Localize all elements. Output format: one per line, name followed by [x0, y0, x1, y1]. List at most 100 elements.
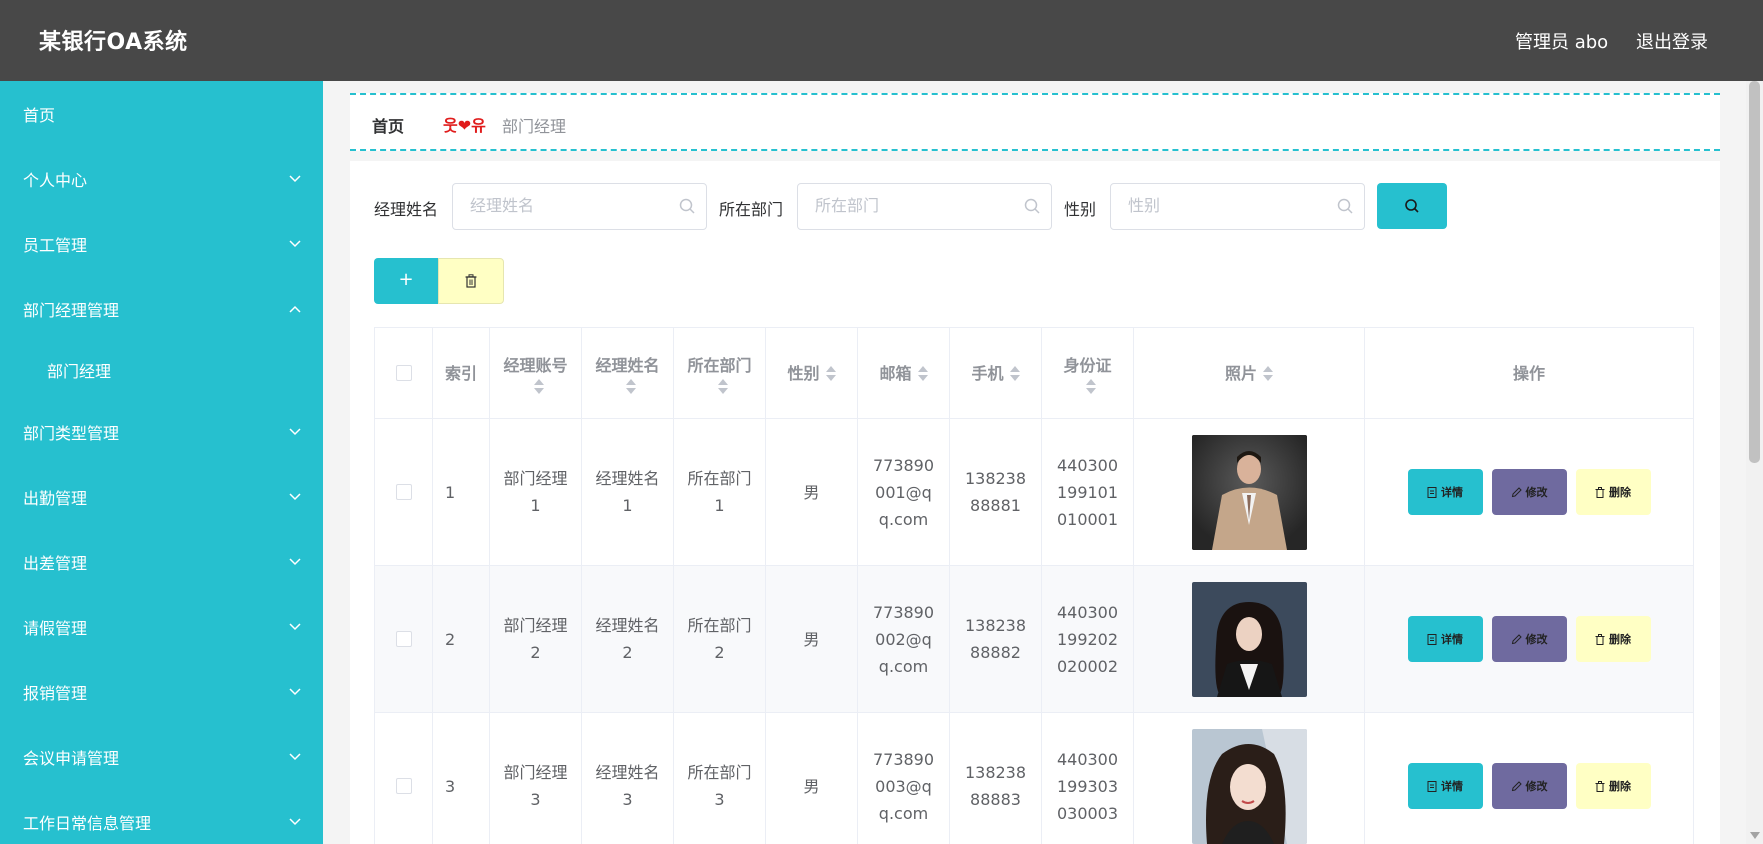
cell-account: 部门经理2 — [490, 566, 582, 712]
cell-dept: 所在部门1 — [674, 419, 766, 565]
search-icon — [1024, 198, 1040, 214]
document-icon — [1427, 780, 1437, 792]
manager-photo[interactable] — [1191, 434, 1307, 550]
header-name[interactable]: 经理姓名 — [582, 328, 674, 418]
cell-name: 经理姓名2 — [582, 566, 674, 712]
sidebar-item-label: 部门经理管理 — [23, 300, 120, 320]
cell-phone: 13823888881 — [950, 419, 1042, 565]
sort-icon[interactable] — [1085, 379, 1096, 394]
row-checkbox[interactable] — [395, 778, 412, 794]
header-gender-label: 性别 — [787, 363, 820, 383]
chevron-down-icon — [289, 817, 301, 825]
scroll-down-icon[interactable] — [1750, 832, 1760, 839]
breadcrumb-separator: 웃❤유 — [443, 116, 486, 135]
add-button[interactable]: + — [374, 258, 438, 304]
sort-icon[interactable] — [533, 379, 544, 394]
chevron-down-icon — [289, 427, 301, 435]
sort-icon[interactable] — [1009, 365, 1020, 381]
header-email-label: 邮箱 — [879, 363, 912, 383]
sort-icon[interactable] — [1263, 365, 1273, 381]
chevron-down-icon — [289, 622, 301, 630]
sort-icon[interactable] — [717, 379, 728, 394]
header-gender[interactable]: 性别 — [766, 328, 858, 418]
row-checkbox[interactable] — [395, 484, 412, 500]
header-account-label: 经理账号 — [503, 356, 568, 375]
detail-button[interactable]: 详情 — [1407, 763, 1483, 809]
manager-photo[interactable] — [1191, 581, 1307, 697]
edit-button[interactable]: 修改 — [1491, 616, 1567, 662]
cell-gender: 男 — [766, 566, 858, 712]
scrollbar-thumb[interactable] — [1749, 81, 1760, 463]
select-all-checkbox[interactable] — [395, 365, 412, 381]
sidebar-item-daily-work[interactable]: 工作日常信息管理 — [0, 789, 323, 844]
detail-button[interactable]: 详情 — [1407, 469, 1483, 515]
top-header: 某银行OA系统 管理员 abo 退出登录 — [0, 0, 1763, 81]
header-email[interactable]: 邮箱 — [858, 328, 950, 418]
sidebar-item-reimbursement[interactable]: 报销管理 — [0, 659, 323, 724]
delete-button[interactable]: 删除 — [1575, 763, 1651, 809]
table-row: 1 部门经理1 经理姓名1 所在部门1 男 773890001@qq.com 1… — [375, 419, 1693, 566]
sort-icon[interactable] — [625, 379, 636, 394]
document-icon — [1427, 633, 1437, 645]
cell-idcard: 440300199101010001 — [1042, 419, 1134, 565]
edit-button[interactable]: 修改 — [1491, 469, 1567, 515]
header-name-label: 经理姓名 — [595, 356, 660, 375]
sidebar-item-home[interactable]: 首页 — [0, 81, 323, 146]
cell-dept: 所在部门3 — [674, 713, 766, 844]
sidebar-item-leave[interactable]: 请假管理 — [0, 594, 323, 659]
detail-button[interactable]: 详情 — [1407, 616, 1483, 662]
header-idcard[interactable]: 身份证 — [1042, 328, 1134, 418]
chevron-down-icon — [289, 239, 301, 247]
sidebar-item-personal-center[interactable]: 个人中心 — [0, 146, 323, 211]
sidebar-item-label: 部门经理 — [47, 362, 112, 381]
manager-name-input[interactable] — [470, 196, 650, 215]
header-index: 索引 — [433, 328, 490, 418]
dept-field[interactable] — [797, 183, 1052, 230]
breadcrumb-current: 部门经理 — [502, 117, 567, 136]
cell-name: 经理姓名3 — [582, 713, 674, 844]
manager-photo[interactable] — [1191, 728, 1307, 844]
sidebar-item-meeting[interactable]: 会议申请管理 — [0, 724, 323, 789]
gender-field[interactable] — [1110, 183, 1365, 230]
sidebar-item-business-trip[interactable]: 出差管理 — [0, 529, 323, 594]
delete-button[interactable]: 删除 — [1575, 616, 1651, 662]
sidebar-item-dept-type[interactable]: 部门类型管理 — [0, 399, 323, 464]
manager-name-label: 经理姓名 — [374, 200, 439, 219]
gender-input[interactable] — [1128, 196, 1308, 215]
table-header: 索引 经理账号 经理姓名 所在部门 性别 邮箱 手机 身份证 照片 操作 — [375, 328, 1693, 419]
cell-photo — [1134, 713, 1365, 844]
row-checkbox[interactable] — [395, 631, 412, 647]
logout-button[interactable]: 退出登录 — [1636, 28, 1708, 54]
header-dept[interactable]: 所在部门 — [674, 328, 766, 418]
search-button[interactable] — [1377, 183, 1447, 229]
cell-index: 1 — [433, 419, 490, 565]
header-photo-label: 照片 — [1224, 363, 1257, 383]
manager-name-field[interactable] — [452, 183, 707, 230]
sort-icon[interactable] — [917, 365, 928, 381]
cell-ops: 详情 修改 删除 — [1365, 419, 1693, 565]
sidebar-item-label: 出勤管理 — [23, 488, 88, 508]
sidebar-item-label: 请假管理 — [23, 618, 88, 638]
trash-icon — [465, 274, 477, 288]
cell-phone: 13823888883 — [950, 713, 1042, 844]
sidebar-item-dept-manager-mgmt[interactable]: 部门经理管理 — [0, 276, 323, 341]
dept-input[interactable] — [815, 196, 995, 215]
sidebar-item-label: 报销管理 — [23, 683, 88, 703]
cell-account: 部门经理3 — [490, 713, 582, 844]
delete-button[interactable]: 删除 — [1575, 469, 1651, 515]
cell-ops: 详情 修改 删除 — [1365, 713, 1693, 844]
batch-delete-button[interactable] — [438, 258, 504, 304]
header-phone[interactable]: 手机 — [950, 328, 1042, 418]
sort-icon[interactable] — [825, 365, 836, 381]
sidebar-item-dept-manager[interactable]: 部门经理 — [0, 341, 323, 399]
header-photo[interactable]: 照片 — [1134, 328, 1365, 418]
edit-button[interactable]: 修改 — [1491, 763, 1567, 809]
row-checkbox-cell — [375, 419, 433, 565]
table-row: 3 部门经理3 经理姓名3 所在部门3 男 773890003@qq.com 1… — [375, 713, 1693, 844]
sidebar-item-attendance[interactable]: 出勤管理 — [0, 464, 323, 529]
sidebar-item-label: 出差管理 — [23, 553, 88, 573]
sidebar-item-employee[interactable]: 员工管理 — [0, 211, 323, 276]
cell-email: 773890001@qq.com — [858, 419, 950, 565]
breadcrumb-home[interactable]: 首页 — [372, 113, 404, 137]
header-account[interactable]: 经理账号 — [490, 328, 582, 418]
